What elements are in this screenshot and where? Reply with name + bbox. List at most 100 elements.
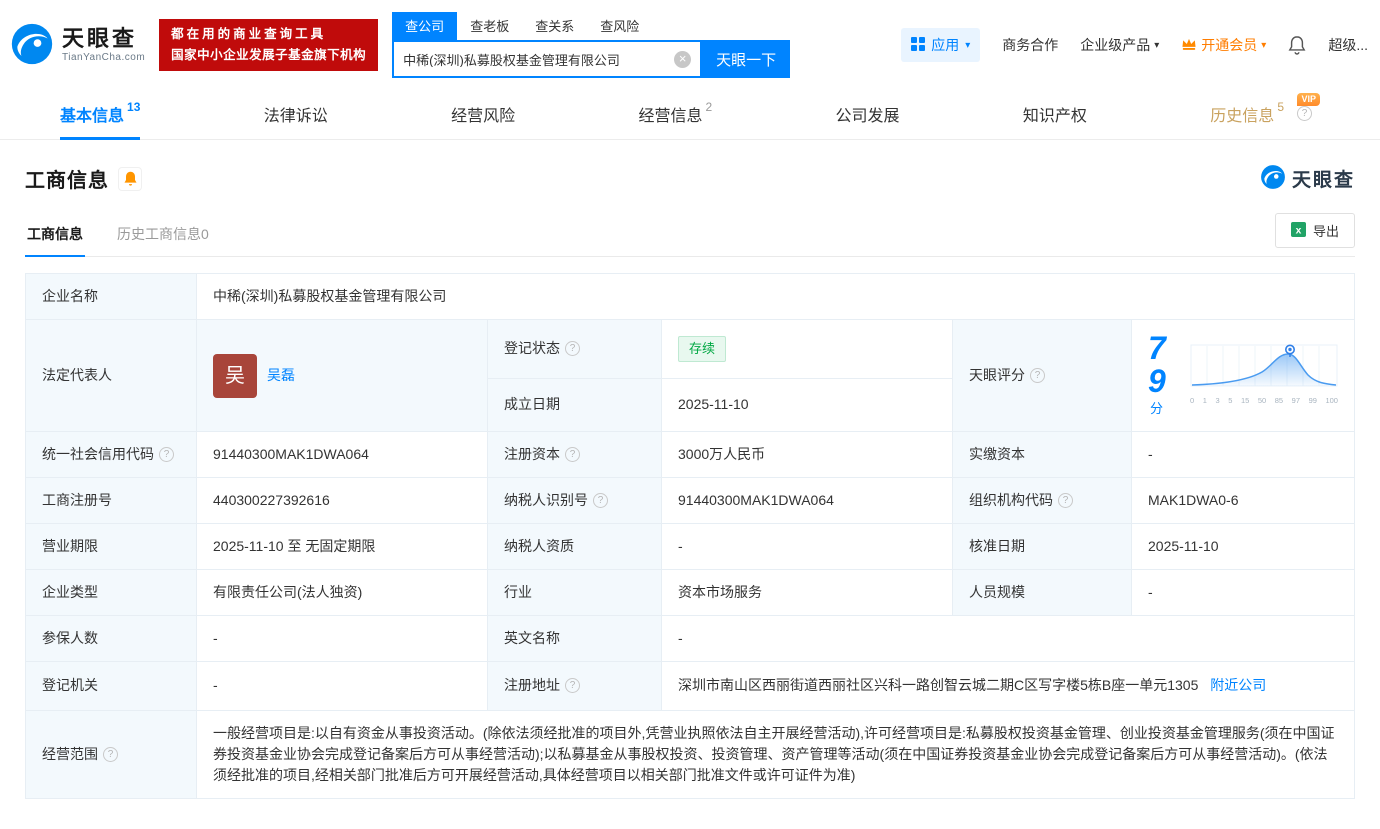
subtab-history-business-info[interactable]: 历史工商信息0 bbox=[115, 224, 211, 256]
table-row: 参保人数 - 英文名称 - bbox=[25, 615, 1355, 662]
field-reg-number-label: 工商注册号 bbox=[25, 477, 197, 524]
logo-subtitle: TianYanCha.com bbox=[62, 51, 146, 63]
main-tabs: 基本信息 13 法律诉讼 经营风险 经营信息 2 公司发展 知识产权 历史信息 … bbox=[0, 88, 1380, 140]
field-taxpayer-qual-label: 纳税人资质 bbox=[487, 523, 662, 570]
slogan-line-1: 都在用的商业查询工具 bbox=[171, 26, 327, 41]
tianyancha-logo[interactable]: 天眼查 TianYanCha.com bbox=[10, 22, 145, 69]
table-row: 营业期限 2025-11-10 至 无固定期限 纳税人资质 - 核准日期 202… bbox=[25, 523, 1355, 570]
field-reg-address-value: 深圳市南山区西丽街道西丽社区兴科一路创智云城二期C区写字楼5栋B座一单元1305… bbox=[661, 661, 1355, 711]
search-input[interactable] bbox=[403, 51, 675, 67]
help-icon[interactable]: ? bbox=[1297, 106, 1312, 121]
field-english-name-value: - bbox=[661, 615, 1355, 662]
search-tab-risk[interactable]: 查风险 bbox=[587, 12, 652, 40]
export-button[interactable]: x 导出 bbox=[1274, 213, 1355, 248]
info-subtabs: 工商信息 历史工商信息0 x 导出 bbox=[25, 213, 1355, 257]
vip-label: 开通会员 bbox=[1201, 37, 1258, 53]
crown-icon bbox=[1181, 37, 1197, 54]
nav-enterprise-products[interactable]: 企业级产品 ▾ bbox=[1080, 35, 1159, 55]
field-label-text: 经营范围 bbox=[42, 745, 98, 762]
table-row: 法定代表人 吴 吴磊 登记状态 ? 存续 天眼评分 ? 79分 0 1 3 5 … bbox=[25, 319, 1355, 432]
help-icon[interactable]: ? bbox=[565, 341, 580, 357]
field-reg-number-value: 440300227392616 bbox=[196, 477, 488, 524]
field-paid-capital-label: 实缴资本 bbox=[952, 431, 1132, 478]
nearby-companies-link[interactable]: 附近公司 bbox=[1210, 677, 1266, 693]
field-company-type-label: 企业类型 bbox=[25, 569, 197, 616]
field-reg-status-label: 登记状态 ? bbox=[487, 319, 662, 379]
field-paid-capital-value: - bbox=[1131, 431, 1355, 478]
search-tabs: 查公司 查老板 查关系 查风险 bbox=[392, 12, 790, 40]
chevron-down-icon: ▾ bbox=[965, 39, 971, 51]
table-row: 工商注册号 440300227392616 纳税人识别号? 91440300MA… bbox=[25, 477, 1355, 524]
search-tab-relation[interactable]: 查关系 bbox=[522, 12, 587, 40]
field-label-text: 注册资本 bbox=[504, 446, 560, 462]
tab-legal-proceedings[interactable]: 法律诉讼 bbox=[264, 88, 328, 139]
help-icon[interactable]: ? bbox=[1058, 493, 1073, 508]
help-icon[interactable]: ? bbox=[565, 678, 580, 694]
field-taxpayer-qual-value: - bbox=[661, 523, 953, 570]
field-approval-date-label: 核准日期 bbox=[952, 523, 1132, 570]
tab-label: 经营信息 bbox=[638, 107, 703, 125]
field-score-value: 79分 0 1 3 5 15 50 85 97 99 100 bbox=[1131, 319, 1355, 432]
field-legal-rep-label: 法定代表人 bbox=[25, 319, 197, 432]
table-row: 登记机关 - 注册地址? 深圳市南山区西丽街道西丽社区兴科一路创智云城二期C区写… bbox=[25, 661, 1355, 711]
grid-icon bbox=[911, 36, 926, 54]
field-insured-count-label: 参保人数 bbox=[25, 615, 197, 662]
help-icon[interactable]: ? bbox=[593, 493, 608, 508]
subtab-business-info[interactable]: 工商信息 bbox=[25, 224, 85, 257]
subscribe-bell-icon[interactable] bbox=[118, 166, 142, 191]
tianyancha-watermark: 天眼查 bbox=[1260, 164, 1355, 193]
field-reg-address-label: 注册地址? bbox=[487, 661, 662, 711]
field-establish-date-value: 2025-11-10 bbox=[661, 377, 953, 433]
tab-intellectual-property[interactable]: 知识产权 bbox=[1023, 88, 1087, 139]
help-icon[interactable]: ? bbox=[565, 447, 580, 462]
help-icon[interactable]: ? bbox=[103, 746, 118, 762]
clear-icon[interactable]: × bbox=[674, 50, 692, 68]
field-credit-code-label: 统一社会信用代码? bbox=[25, 431, 197, 478]
field-taxpayer-id-label: 纳税人识别号? bbox=[487, 477, 662, 524]
tab-company-development[interactable]: 公司发展 bbox=[836, 88, 900, 139]
address-text: 深圳市南山区西丽街道西丽社区兴科一路创智云城二期C区写字楼5栋B座一单元1305 bbox=[678, 677, 1199, 693]
field-business-scope-label: 经营范围? bbox=[25, 709, 197, 799]
search-tab-boss[interactable]: 查老板 bbox=[457, 12, 522, 40]
apps-label: 应用 bbox=[931, 37, 960, 53]
watermark-label: 天眼查 bbox=[1291, 170, 1355, 191]
tab-count: 5 bbox=[1277, 100, 1284, 114]
tab-label: 基本信息 bbox=[60, 107, 125, 125]
field-business-term-label: 营业期限 bbox=[25, 523, 197, 570]
field-org-code-label: 组织机构代码? bbox=[952, 477, 1132, 524]
search-button[interactable]: 天眼一下 bbox=[702, 40, 791, 78]
tab-operational-risk[interactable]: 经营风险 bbox=[451, 88, 515, 139]
field-establish-date-label: 成立日期 bbox=[487, 377, 662, 433]
tab-history-info[interactable]: 历史信息 5 VIP ? bbox=[1210, 88, 1320, 139]
field-company-type-value: 有限责任公司(法人独资) bbox=[196, 569, 488, 616]
field-reg-capital-value: 3000万人民币 bbox=[661, 431, 953, 478]
field-insured-count-value: - bbox=[196, 615, 488, 662]
field-reg-capital-label: 注册资本? bbox=[487, 431, 662, 478]
notification-bell-icon[interactable] bbox=[1288, 35, 1306, 55]
field-label-text: 统一社会信用代码 bbox=[42, 446, 154, 462]
field-business-term-value: 2025-11-10 至 无固定期限 bbox=[196, 523, 488, 570]
vip-badge: VIP bbox=[1297, 93, 1320, 106]
svg-text:x: x bbox=[1296, 225, 1302, 236]
field-staff-size-value: - bbox=[1131, 569, 1355, 616]
field-label-text: 纳税人识别号 bbox=[504, 492, 588, 508]
excel-icon: x bbox=[1290, 221, 1306, 240]
score-axis: 0 1 3 5 15 50 85 97 99 100 bbox=[1190, 396, 1338, 406]
tab-basic-info[interactable]: 基本信息 13 bbox=[60, 88, 141, 140]
search-tab-company[interactable]: 查公司 bbox=[392, 12, 458, 40]
table-row: 经营范围? 一般经营项目是:以自有资金从事投资活动。(除依法须经批准的项目外,凭… bbox=[25, 709, 1355, 799]
tab-business-info[interactable]: 经营信息 2 bbox=[638, 88, 712, 139]
field-company-name-label: 企业名称 bbox=[25, 273, 197, 320]
legal-rep-link[interactable]: 吴磊 bbox=[267, 365, 295, 386]
apps-button[interactable]: 应用 ▾ bbox=[901, 28, 981, 62]
field-approval-date-value: 2025-11-10 bbox=[1131, 523, 1355, 570]
tianyancha-logo-icon bbox=[10, 22, 54, 69]
help-icon[interactable]: ? bbox=[159, 447, 174, 462]
nav-open-vip[interactable]: 开通会员 ▾ bbox=[1181, 35, 1266, 55]
field-credit-code-value: 91440300MAK1DWA064 bbox=[196, 431, 488, 478]
tianyan-score-unit: 分 bbox=[1150, 401, 1164, 416]
avatar[interactable]: 吴 bbox=[213, 353, 257, 398]
nav-super-vip[interactable]: 超级... bbox=[1328, 35, 1368, 55]
help-icon[interactable]: ? bbox=[1030, 368, 1045, 383]
nav-business-cooperation[interactable]: 商务合作 bbox=[1002, 35, 1058, 55]
